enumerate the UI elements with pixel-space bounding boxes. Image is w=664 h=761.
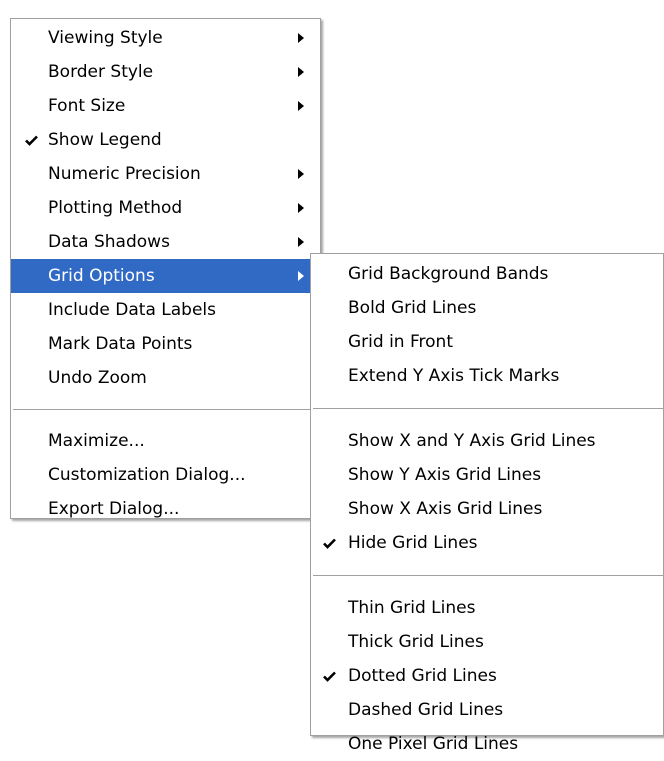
submenu-item-dashed-grid-lines[interactable]: Dashed Grid Lines: [311, 693, 663, 727]
menu-separator: [13, 409, 320, 410]
menu-item-data-shadows[interactable]: Data Shadows: [11, 225, 320, 259]
menu-item-label: Maximize...: [48, 431, 145, 451]
menu-item-label: One Pixel Grid Lines: [348, 734, 519, 754]
menu-item-viewing-style[interactable]: Viewing Style: [11, 21, 320, 55]
menu-item-label: Include Data Labels: [48, 300, 216, 320]
menu-item-grid-options[interactable]: Grid Options: [11, 259, 320, 293]
menu-item-label: Mark Data Points: [48, 334, 193, 354]
menu-item-font-size[interactable]: Font Size: [11, 89, 320, 123]
menu-item-mark-data-points[interactable]: Mark Data Points: [11, 327, 320, 361]
submenu-arrow-icon: [298, 89, 304, 123]
menu-item-numeric-precision[interactable]: Numeric Precision: [11, 157, 320, 191]
submenu-arrow-icon: [298, 225, 304, 259]
menu-item-label: Undo Zoom: [48, 368, 147, 388]
submenu-item-extend-y-axis-tick-marks[interactable]: Extend Y Axis Tick Marks: [311, 359, 663, 393]
grid-options-submenu: Grid Background Bands Bold Grid Lines Gr…: [310, 253, 664, 754]
checkmark-icon: [25, 123, 43, 157]
menu-item-label: Dotted Grid Lines: [348, 666, 497, 686]
menu-item-label: Font Size: [48, 96, 126, 116]
menu-item-label: Viewing Style: [48, 28, 163, 48]
menu-item-label: Thick Grid Lines: [348, 632, 484, 652]
submenu-item-thin-grid-lines[interactable]: Thin Grid Lines: [311, 591, 663, 625]
submenu-item-show-x-axis-grid-lines[interactable]: Show X Axis Grid Lines: [311, 492, 663, 526]
submenu-item-show-x-and-y-axis-grid-lines[interactable]: Show X and Y Axis Grid Lines: [311, 424, 663, 458]
menu-item-plotting-method[interactable]: Plotting Method: [11, 191, 320, 225]
menu-item-customization-dialog[interactable]: Customization Dialog...: [11, 458, 320, 492]
submenu-arrow-icon: [298, 191, 304, 225]
submenu-arrow-icon: [298, 21, 304, 55]
menu-item-border-style[interactable]: Border Style: [11, 55, 320, 89]
submenu-item-bold-grid-lines[interactable]: Bold Grid Lines: [311, 291, 663, 325]
menu-item-label: Thin Grid Lines: [348, 598, 476, 618]
menu-item-label: Border Style: [48, 62, 154, 82]
menu-item-label: Show Y Axis Grid Lines: [348, 465, 542, 485]
menu-item-maximize[interactable]: Maximize...: [11, 424, 320, 458]
menu-item-label: Export Dialog...: [48, 499, 180, 519]
menu-item-label: Hide Grid Lines: [348, 533, 478, 553]
menu-item-undo-zoom[interactable]: Undo Zoom: [11, 361, 320, 395]
menu-item-label: Customization Dialog...: [48, 465, 246, 485]
menu-item-label: Show X Axis Grid Lines: [348, 499, 543, 519]
menu-item-label: Bold Grid Lines: [348, 298, 477, 318]
checkmark-icon: [323, 526, 341, 560]
menu-item-label: Plotting Method: [48, 198, 183, 218]
menu-item-label: Grid Background Bands: [348, 264, 549, 284]
submenu-item-one-pixel-grid-lines[interactable]: One Pixel Grid Lines: [311, 727, 663, 761]
menu-item-label: Extend Y Axis Tick Marks: [348, 366, 560, 386]
submenu-item-thick-grid-lines[interactable]: Thick Grid Lines: [311, 625, 663, 659]
menu-item-show-legend[interactable]: Show Legend: [11, 123, 320, 157]
submenu-item-dotted-grid-lines[interactable]: Dotted Grid Lines: [311, 659, 663, 693]
submenu-arrow-icon: [298, 259, 304, 293]
context-menu: Viewing Style Border Style Font Size Sho…: [10, 18, 321, 519]
menu-separator: [313, 408, 663, 409]
menu-item-export-dialog[interactable]: Export Dialog...: [11, 492, 320, 526]
submenu-arrow-icon: [298, 157, 304, 191]
menu-item-label: Dashed Grid Lines: [348, 700, 504, 720]
menu-separator: [313, 575, 663, 576]
menu-item-label: Grid Options: [48, 266, 155, 286]
submenu-item-hide-grid-lines[interactable]: Hide Grid Lines: [311, 526, 663, 560]
menu-item-label: Grid in Front: [348, 332, 453, 352]
menu-item-label: Data Shadows: [48, 232, 170, 252]
submenu-arrow-icon: [298, 55, 304, 89]
menu-item-label: Show X and Y Axis Grid Lines: [348, 431, 596, 451]
menu-item-include-data-labels[interactable]: Include Data Labels: [11, 293, 320, 327]
submenu-item-grid-background-bands[interactable]: Grid Background Bands: [311, 257, 663, 291]
submenu-item-grid-in-front[interactable]: Grid in Front: [311, 325, 663, 359]
submenu-item-show-y-axis-grid-lines[interactable]: Show Y Axis Grid Lines: [311, 458, 663, 492]
menu-item-label: Numeric Precision: [48, 164, 201, 184]
menu-item-label: Show Legend: [48, 130, 162, 150]
checkmark-icon: [323, 659, 341, 693]
